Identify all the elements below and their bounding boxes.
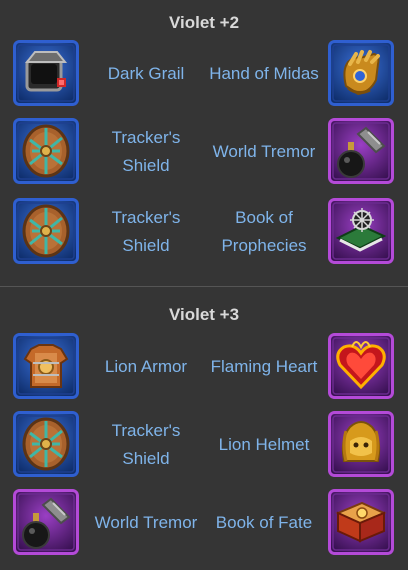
- item-label: Book of Fate: [215, 513, 313, 532]
- world-tremor-icon[interactable]: [13, 489, 79, 555]
- item-label: Hand of Midas: [209, 64, 319, 83]
- item-label: Tracker's Shield: [111, 208, 181, 255]
- item-label: World Tremor: [94, 513, 198, 532]
- item-label: Tracker's Shield: [111, 421, 181, 468]
- trackers-shield-icon[interactable]: [13, 198, 79, 264]
- item-row: Dark Grail Hand of Midas: [0, 38, 408, 110]
- item-row: Tracker's Shield Book of Prophecies: [0, 196, 408, 268]
- trackers-shield-icon[interactable]: [13, 118, 79, 184]
- section-title: Violet +3: [168, 305, 240, 324]
- dark-grail-icon[interactable]: [13, 40, 79, 106]
- item-label: Tracker's Shield: [111, 128, 181, 175]
- world-tremor-icon[interactable]: [328, 118, 394, 184]
- book-of-prophecies-icon[interactable]: [328, 198, 394, 264]
- item-label: Flaming Heart: [210, 357, 318, 376]
- item-label: Lion Helmet: [218, 435, 310, 454]
- lion-armor-icon[interactable]: [13, 333, 79, 399]
- item-row: World Tremor Book of Fate: [0, 487, 408, 559]
- section-violet-3: Violet +3 Lion Armor Flaming Heart Track…: [0, 287, 408, 570]
- flaming-heart-icon[interactable]: [328, 333, 394, 399]
- item-row: Tracker's Shield Lion Helmet: [0, 409, 408, 481]
- item-row: Tracker's Shield World Tremor: [0, 116, 408, 188]
- hand-of-midas-icon[interactable]: [328, 40, 394, 106]
- item-label: Dark Grail: [107, 64, 185, 83]
- item-label: Book of Prophecies: [221, 208, 307, 255]
- section-title: Violet +2: [168, 13, 240, 32]
- item-label: Lion Armor: [104, 357, 188, 376]
- lion-helmet-icon[interactable]: [328, 411, 394, 477]
- item-label: World Tremor: [212, 142, 316, 161]
- book-of-fate-icon[interactable]: [328, 489, 394, 555]
- item-row: Lion Armor Flaming Heart: [0, 331, 408, 403]
- trackers-shield-icon[interactable]: [13, 411, 79, 477]
- section-violet-2: Violet +2 Dark Grail Hand of Midas Track…: [0, 0, 408, 286]
